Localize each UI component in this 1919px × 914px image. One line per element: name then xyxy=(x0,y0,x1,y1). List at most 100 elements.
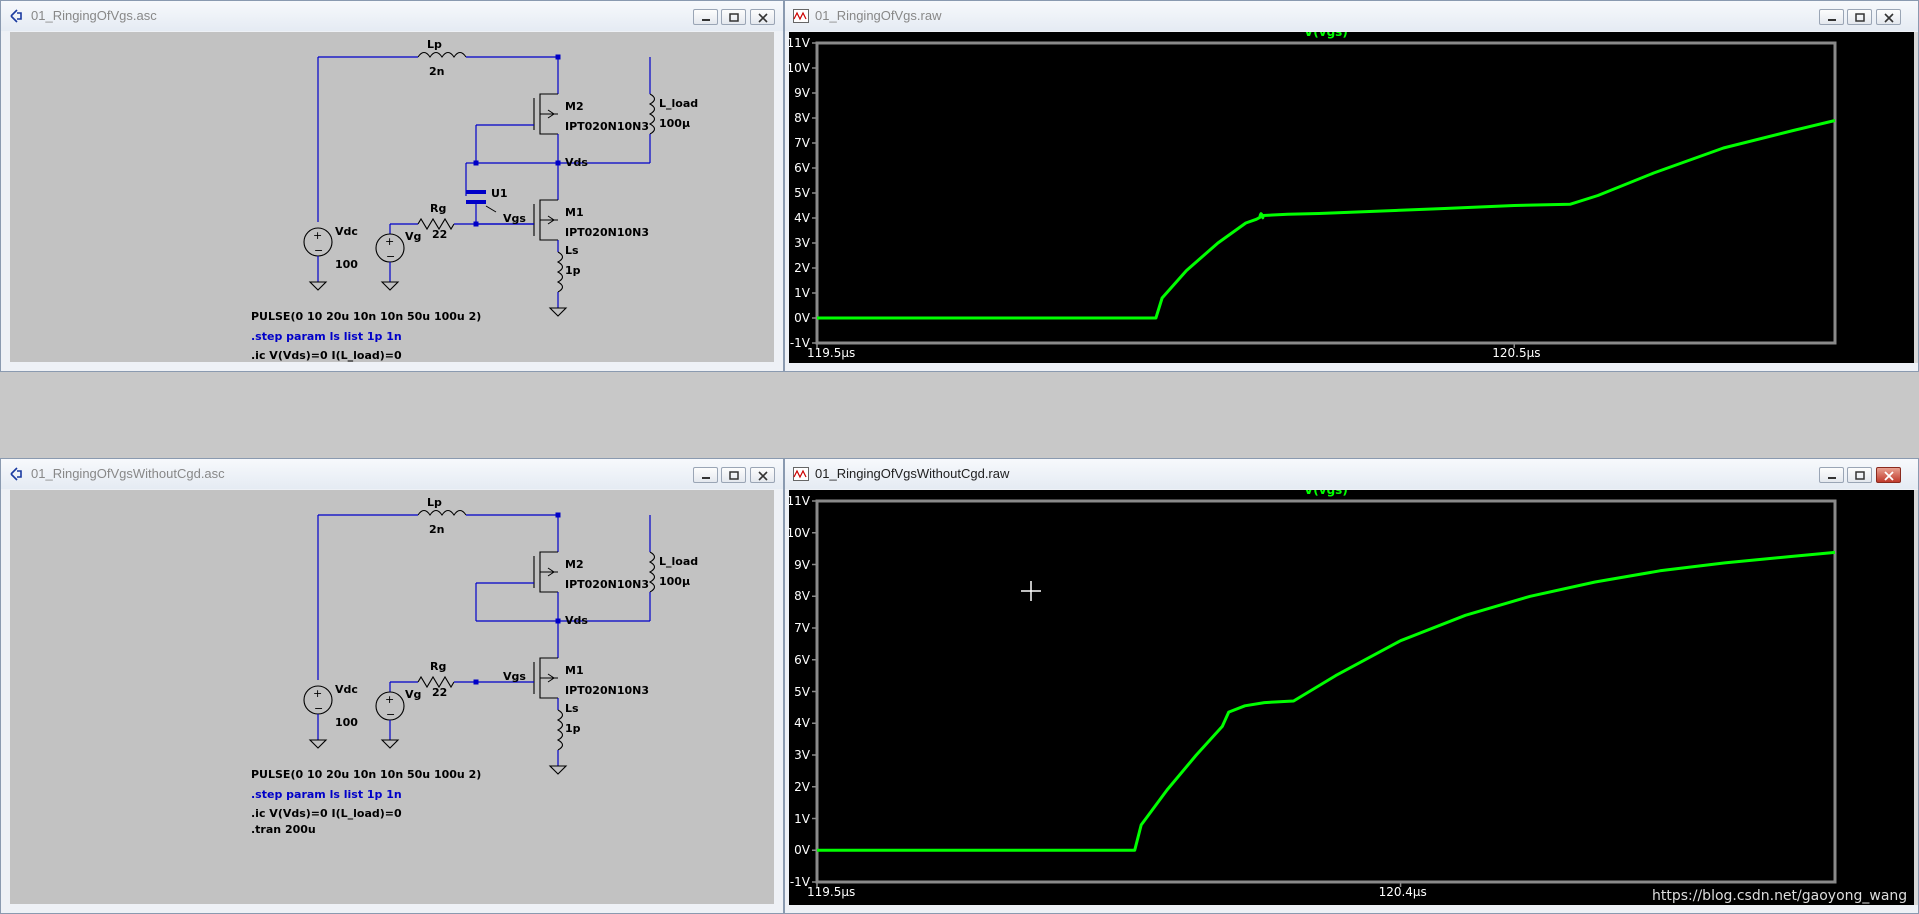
label-m1-model: IPT020N10N3 xyxy=(565,226,649,239)
ground-symbol xyxy=(548,765,568,775)
label-u1: U1 xyxy=(491,187,508,200)
plot-frame xyxy=(815,499,1837,884)
watermark: https://blog.csdn.net/gaoyong_wang xyxy=(1652,888,1908,904)
step-directive[interactable]: .step param ls list 1p 1n xyxy=(251,788,402,801)
trace-label[interactable]: V(vgs) xyxy=(1304,490,1348,497)
label-rg-value: 22 xyxy=(432,228,448,241)
plus-sign: + xyxy=(313,687,322,700)
capacitor-plate xyxy=(466,200,486,204)
label-lp-value: 2n xyxy=(429,65,445,78)
waveform-window-2[interactable]: 01_RingingOfVgsWithoutCgd.raw 11V 10V 9V 8V… xyxy=(784,458,1919,914)
schematic-canvas[interactable]: + − + − Lp 2n M2 IPT020N10N3 L_load 100µ Vds U1 M1 IP… xyxy=(10,32,774,362)
close-button[interactable] xyxy=(750,9,775,25)
y-tick-label: 4V xyxy=(794,211,810,225)
label-l-load: L_load xyxy=(659,555,699,568)
title-bar[interactable]: 01_RingingOfVgs.asc xyxy=(1,1,783,31)
x-tick-label: 119.5µs xyxy=(807,885,856,899)
vgs-trace xyxy=(817,550,1836,852)
vertical-scrollbar[interactable] xyxy=(1914,490,1918,905)
x-tick-label: 120.5µs xyxy=(1492,346,1541,360)
inductor-lp xyxy=(417,51,467,58)
ic-directive[interactable]: .ic V(Vds)=0 I(L_load)=0 xyxy=(251,349,402,362)
ground-symbol xyxy=(308,281,328,291)
minimize-icon xyxy=(1828,477,1836,479)
maximize-icon xyxy=(729,471,739,480)
y-tick-label: 0V xyxy=(794,843,810,858)
label-rg: Rg xyxy=(430,202,447,215)
schematic-window-1[interactable]: 01_RingingOfVgs.asc + − + − Lp 2n M2 IPT020N10N… xyxy=(0,0,784,372)
schematic-icon xyxy=(10,9,22,23)
y-tick-label: 3V xyxy=(794,748,810,762)
minimize-icon xyxy=(702,477,710,479)
label-l-load: L_load xyxy=(659,97,699,110)
maximize-button[interactable] xyxy=(1847,9,1872,25)
plus-sign: + xyxy=(385,235,394,248)
close-button[interactable] xyxy=(1876,9,1901,25)
maximize-button[interactable] xyxy=(721,9,746,25)
window-title: 01_RingingOfVgsWithoutCgd.raw xyxy=(815,466,1010,481)
inductor-l-load xyxy=(648,93,656,135)
waveform-window-1[interactable]: 01_RingingOfVgs.raw 11V 10V 9V 8V 7V 6V 5V 4V 3V… xyxy=(784,0,1919,372)
label-m2-model: IPT020N10N3 xyxy=(565,120,649,133)
x-tick-label: 119.5µs xyxy=(807,346,856,360)
y-tick-label: 1V xyxy=(794,811,810,826)
capacitor-arrow xyxy=(485,205,497,213)
maximize-button[interactable] xyxy=(721,467,746,483)
minimize-button[interactable] xyxy=(693,9,718,25)
label-vdc-value: 100 xyxy=(335,258,358,271)
plot-svg xyxy=(812,41,1837,348)
label-ls-value: 1p xyxy=(565,722,581,735)
title-bar[interactable]: 01_RingingOfVgsWithoutCgd.asc xyxy=(1,459,783,489)
schematic-canvas[interactable]: + − + − Lp 2n M2 IPT020N10N3 L_load 100µ Vds M1 IPT0… xyxy=(10,490,774,904)
inductor-ls xyxy=(556,251,564,293)
maximize-icon xyxy=(729,13,739,22)
label-vdc-value: 100 xyxy=(335,716,358,729)
y-tick-label: 3V xyxy=(794,236,810,250)
minus-sign: − xyxy=(386,708,395,721)
label-vg: Vg xyxy=(405,688,422,701)
y-tick-label: 8V xyxy=(794,589,810,604)
trace-label[interactable]: V(vgs) xyxy=(1304,32,1348,39)
y-tick-label: 6V xyxy=(794,652,810,667)
window-title: 01_RingingOfVgs.asc xyxy=(31,8,157,23)
pulse-directive[interactable]: PULSE(0 10 20u 10n 10n 50u 100u 2) xyxy=(251,310,481,323)
maximize-icon xyxy=(1855,471,1865,480)
y-tick-label: 2V xyxy=(794,779,810,794)
schematic-icon xyxy=(10,467,22,481)
junction xyxy=(473,679,479,685)
y-tick-label: 5V xyxy=(794,684,810,699)
y-tick-label: 10V xyxy=(789,525,810,540)
y-tick-label: 10V xyxy=(789,61,810,75)
y-tick-label: 2V xyxy=(794,261,810,275)
ground-symbol xyxy=(548,307,568,317)
capacitor-plate xyxy=(466,190,486,194)
label-m1-model: IPT020N10N3 xyxy=(565,684,649,697)
minimize-button[interactable] xyxy=(1819,9,1844,25)
maximize-button[interactable] xyxy=(1847,467,1872,483)
minimize-button[interactable] xyxy=(693,467,718,483)
minimize-button[interactable] xyxy=(1819,467,1844,483)
vgs-trace xyxy=(817,119,1836,320)
label-rg: Rg xyxy=(430,660,447,673)
close-button[interactable] xyxy=(1876,467,1901,483)
y-tick-label: 7V xyxy=(794,136,810,150)
label-vg: Vg xyxy=(405,230,422,243)
plot-svg xyxy=(812,499,1837,887)
plot-pane[interactable]: 11V 10V 9V 8V 7V 6V 5V 4V 3V 2V 1V 0V -1V 119.5µs 120.… xyxy=(789,490,1914,905)
step-directive[interactable]: .step param ls list 1p 1n xyxy=(251,330,402,343)
close-button[interactable] xyxy=(750,467,775,483)
title-bar[interactable]: 01_RingingOfVgsWithoutCgd.raw xyxy=(785,459,1918,489)
close-icon xyxy=(758,471,768,481)
vertical-scrollbar[interactable] xyxy=(1914,32,1918,363)
ic-directive[interactable]: .ic V(Vds)=0 I(L_load)=0 xyxy=(251,807,402,820)
label-m2: M2 xyxy=(565,558,584,571)
tran-directive[interactable]: .tran 200u xyxy=(251,823,316,836)
title-bar[interactable]: 01_RingingOfVgs.raw xyxy=(785,1,1918,31)
label-m1: M1 xyxy=(565,206,584,219)
pulse-directive[interactable]: PULSE(0 10 20u 10n 10n 50u 100u 2) xyxy=(251,768,481,781)
waveform-icon xyxy=(793,9,809,23)
minus-sign: − xyxy=(314,702,323,715)
plot-pane[interactable]: 11V 10V 9V 8V 7V 6V 5V 4V 3V 2V 1V 0V -1V 119.5µs 120.… xyxy=(789,32,1914,363)
waveform-icon xyxy=(793,467,809,481)
schematic-window-2[interactable]: 01_RingingOfVgsWithoutCgd.asc + − + − Lp 2n M2… xyxy=(0,458,784,914)
